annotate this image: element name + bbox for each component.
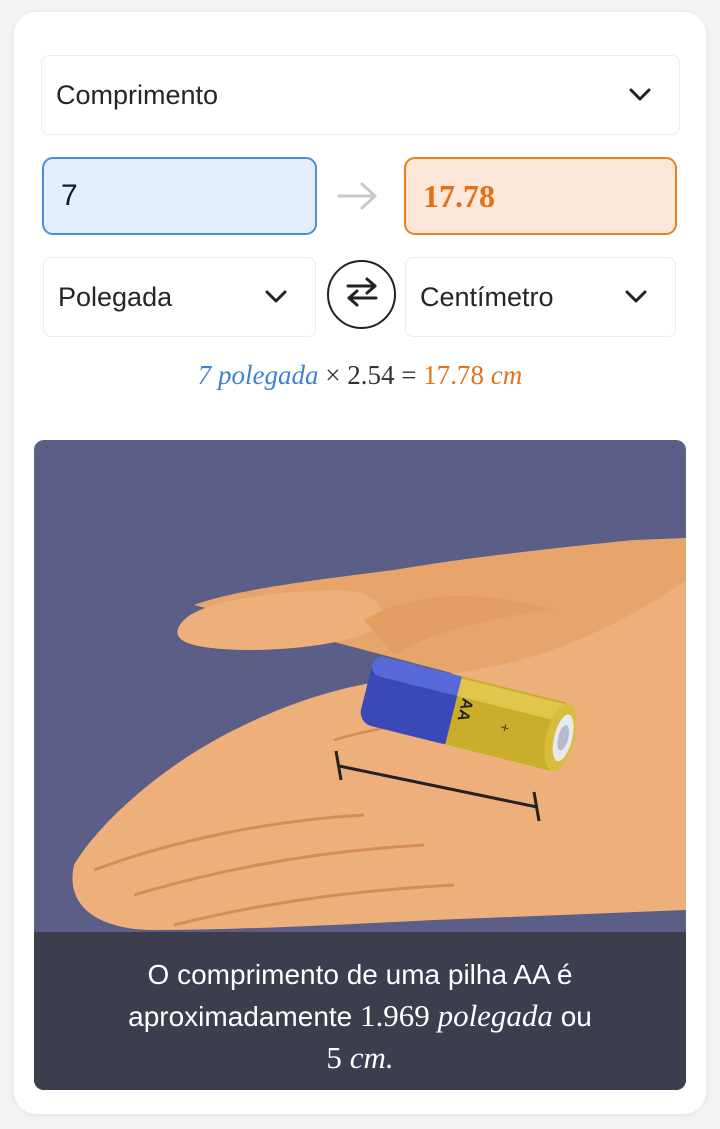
from-value-input[interactable]: 7 <box>42 157 317 235</box>
swap-units-button[interactable] <box>327 260 396 329</box>
conversion-formula: 7 polegada × 2.54 = 17.78 cm <box>0 360 720 391</box>
quantity-select-label: Comprimento <box>56 79 219 110</box>
formula-times: × <box>325 360 341 390</box>
battery-illustration: AA + O comprimento de uma pilha AA é apr… <box>34 440 686 1090</box>
caption-pre: aproximadamente <box>128 1001 353 1032</box>
formula-input-unit: polegada <box>218 360 319 390</box>
formula-factor: 2.54 <box>347 360 395 390</box>
formula-result-unit: cm <box>490 360 523 390</box>
chevron-down-icon <box>265 286 287 308</box>
caption-value-in: 1.969 <box>360 998 430 1033</box>
formula-result: 17.78 <box>423 360 484 390</box>
to-value-output[interactable]: 17.78 <box>404 157 677 235</box>
caption-line3: 5 cm. <box>34 1037 686 1079</box>
from-unit-label: Polegada <box>58 281 173 312</box>
caption-unit-cm: cm. <box>349 1040 394 1075</box>
from-unit-select[interactable]: Polegada <box>43 257 316 337</box>
quantity-select[interactable]: Comprimento <box>41 55 680 135</box>
formula-input: 7 <box>197 360 212 390</box>
caption-or: ou <box>560 1001 592 1032</box>
to-value-text: 17.78 <box>423 177 495 214</box>
from-value-text: 7 <box>61 179 78 212</box>
hand-battery-drawing: AA + <box>72 538 686 930</box>
caption-line2: aproximadamente 1.969 polegada ou <box>34 995 686 1037</box>
to-unit-label: Centímetro <box>420 281 554 312</box>
to-unit-select[interactable]: Centímetro <box>405 257 676 337</box>
caption-unit-in: polegada <box>437 998 553 1033</box>
caption-line1: O comprimento de uma pilha AA é <box>147 959 573 990</box>
chevron-down-icon <box>629 84 651 106</box>
caption-value-cm: 5 <box>326 1040 342 1075</box>
swap-icon <box>344 276 380 313</box>
formula-equals: = <box>401 360 417 390</box>
arrow-right-icon <box>336 178 380 214</box>
chevron-down-icon <box>625 286 647 308</box>
illustration-caption: O comprimento de uma pilha AA é aproxima… <box>34 932 686 1090</box>
